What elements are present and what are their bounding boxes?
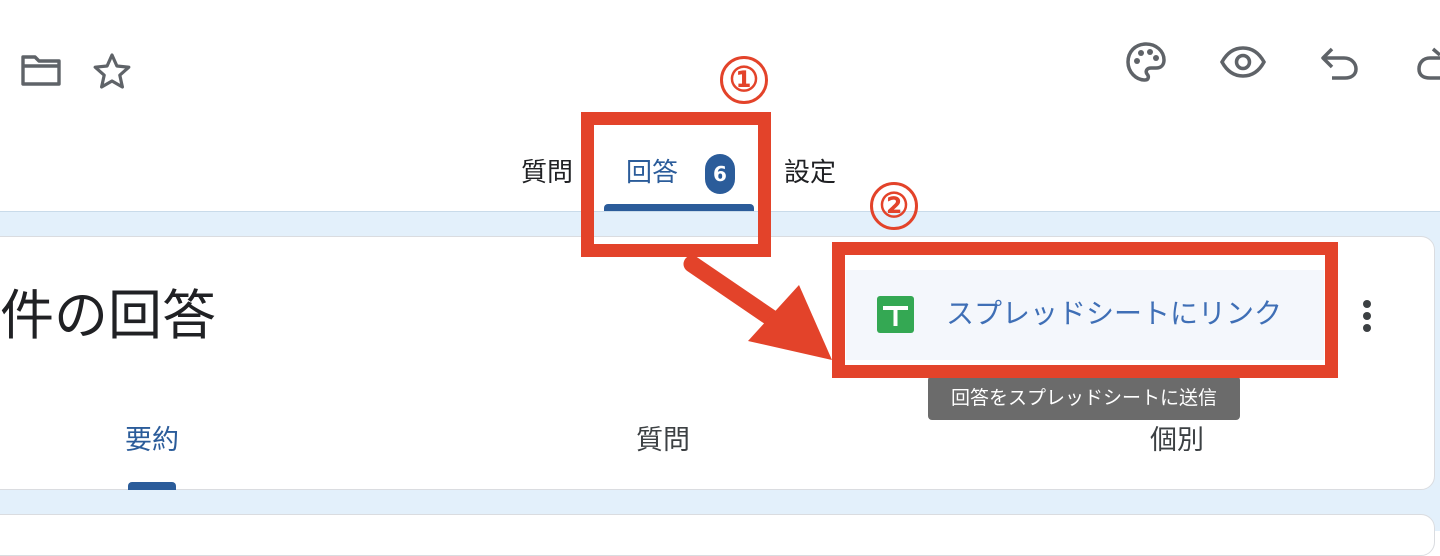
subtab-individual[interactable]: 個別 [1150,424,1204,458]
annotation-number-2: ② [870,182,918,230]
more-vert-icon[interactable] [1357,298,1377,338]
undo-icon[interactable] [1320,46,1360,80]
folder-icon[interactable] [20,52,62,88]
subtab-questions[interactable]: 質問 [636,424,690,458]
responses-count-title: 件の回答 [0,284,216,347]
annotation-number-1: ① [720,56,768,104]
link-sheets-tooltip: 回答をスプレッドシートに送信 [928,376,1240,420]
palette-icon[interactable] [1124,40,1168,84]
subtab-active-indicator [128,482,176,490]
tab-questions[interactable]: 質問 [521,156,573,190]
eye-icon[interactable] [1220,46,1266,78]
subtab-summary[interactable]: 要約 [125,424,179,458]
annotation-box-1 [581,112,771,257]
annotation-box-2 [832,242,1338,378]
next-card [0,514,1435,556]
tab-settings[interactable]: 設定 [784,156,836,190]
redo-icon[interactable] [1416,46,1440,80]
star-icon[interactable] [92,52,132,90]
